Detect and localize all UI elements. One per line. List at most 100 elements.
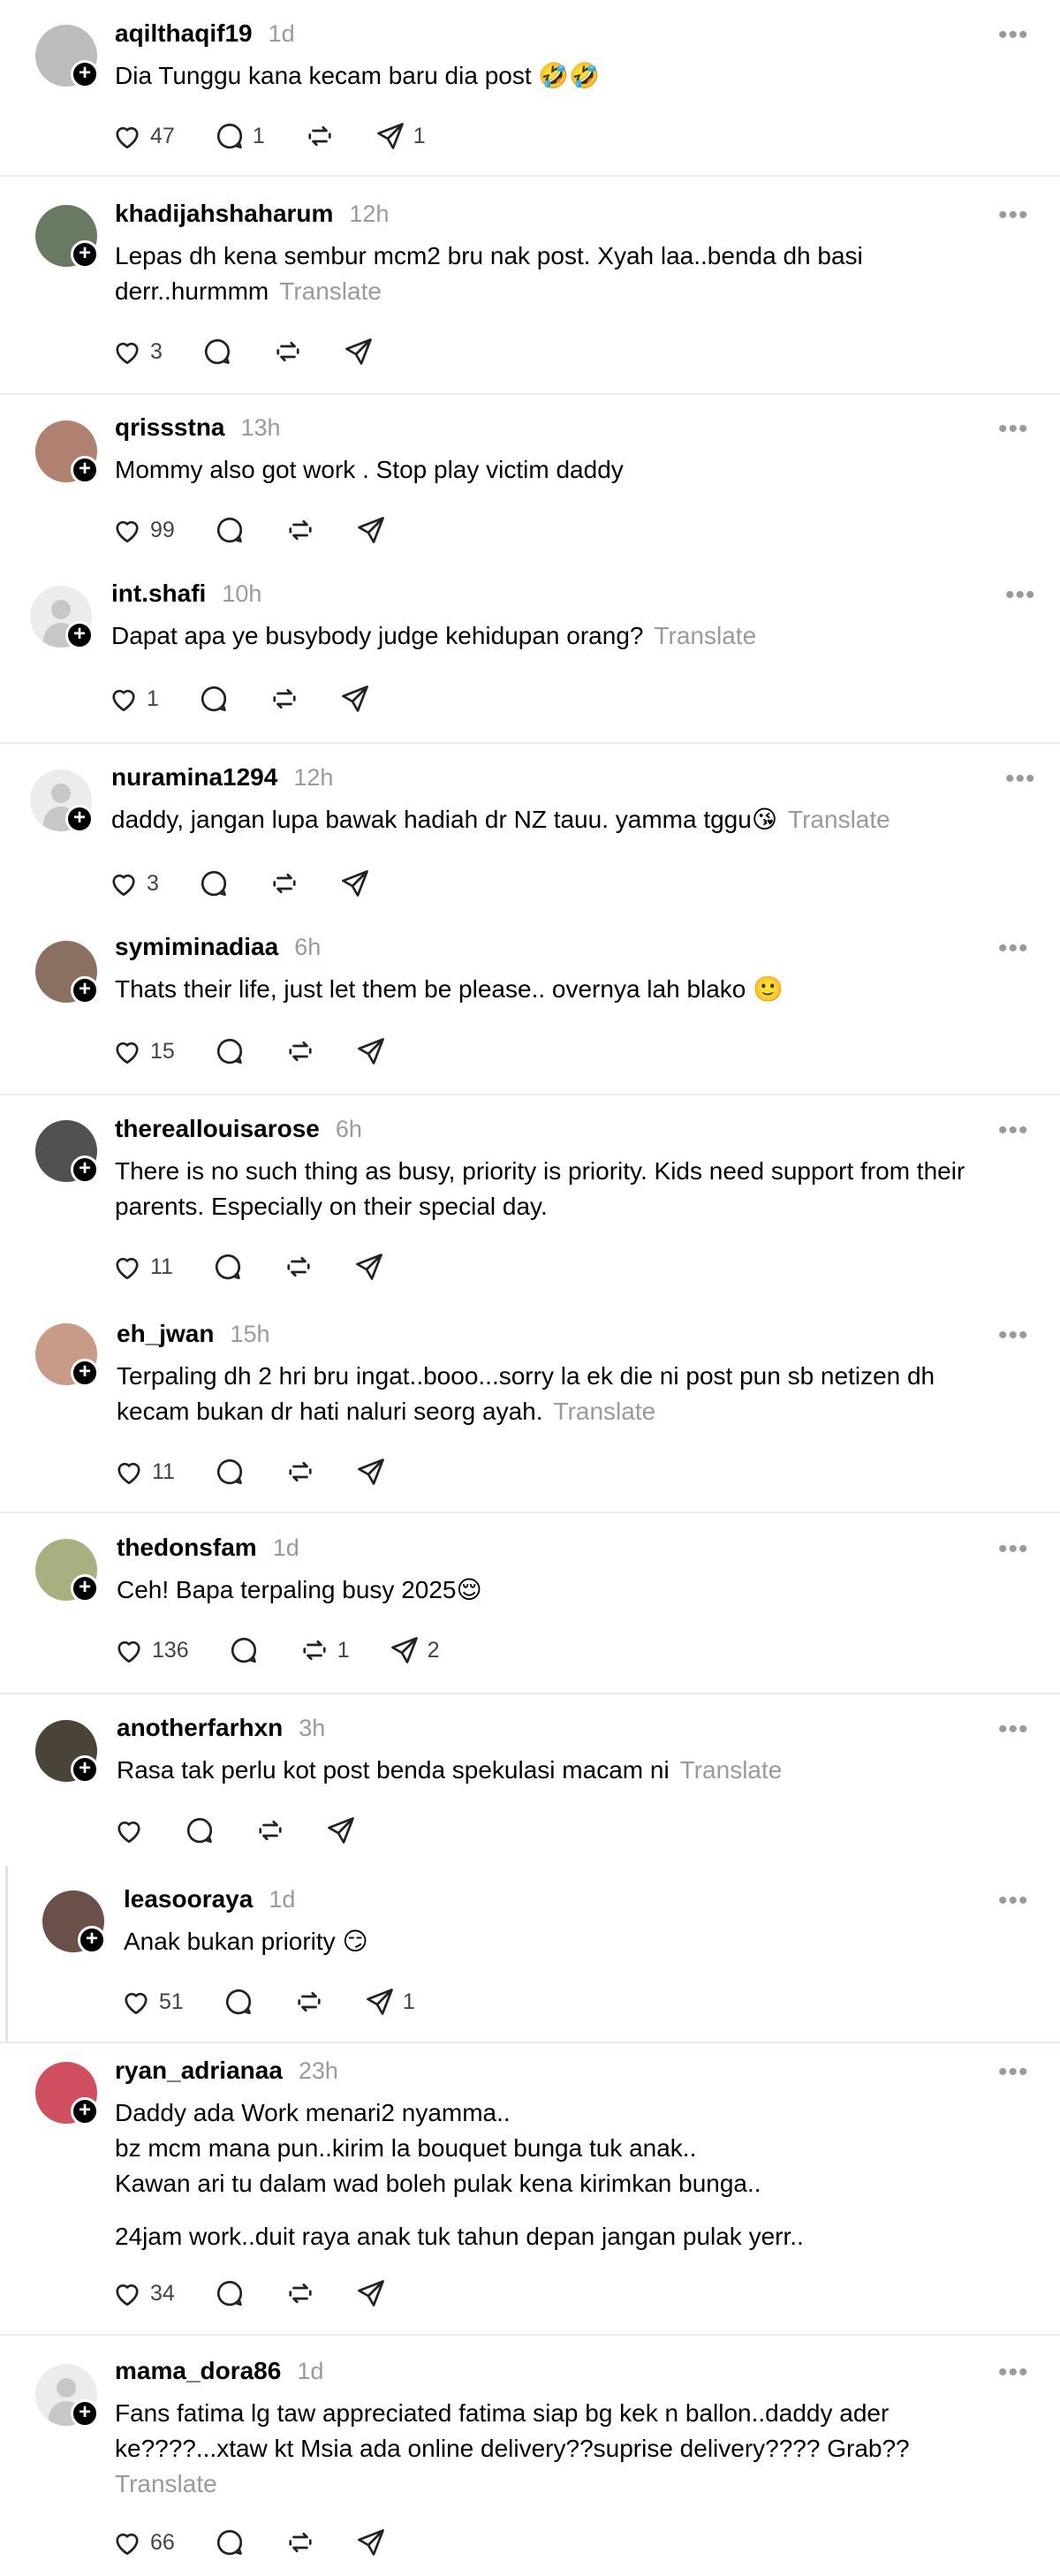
heart-icon: [112, 874, 135, 897]
share-button[interactable]: [325, 1815, 357, 1846]
repost-button[interactable]: [284, 514, 316, 546]
reply-button[interactable]: [214, 2527, 246, 2558]
share-button[interactable]: 2: [389, 1634, 440, 1666]
follow-plus-icon[interactable]: +: [71, 1155, 99, 1184]
share-button[interactable]: 1: [375, 120, 426, 152]
follow-plus-icon[interactable]: +: [71, 1574, 99, 1602]
username[interactable]: ryan_adrianaa: [115, 2057, 283, 2085]
reply-button[interactable]: 1: [214, 120, 265, 152]
like-button[interactable]: 3: [111, 336, 163, 367]
follow-plus-icon[interactable]: +: [65, 805, 94, 833]
repost-button[interactable]: [269, 683, 300, 715]
username[interactable]: aqilthaqif19: [115, 19, 253, 48]
more-options-button[interactable]: •••: [998, 1716, 1029, 1743]
repost-button[interactable]: [283, 1251, 314, 1283]
repost-button[interactable]: [284, 2527, 316, 2558]
like-button[interactable]: 11: [113, 1456, 175, 1488]
follow-plus-icon[interactable]: +: [71, 60, 99, 88]
follow-plus-icon[interactable]: +: [78, 1926, 106, 1954]
reply-button[interactable]: [214, 1035, 246, 1067]
follow-plus-icon[interactable]: +: [71, 2097, 99, 2125]
follow-plus-icon[interactable]: +: [71, 1755, 99, 1784]
share-button[interactable]: [355, 2527, 387, 2558]
like-button[interactable]: 34: [111, 2277, 175, 2309]
reply-button[interactable]: [184, 1815, 216, 1846]
repost-button[interactable]: [272, 336, 304, 367]
repost-button[interactable]: [293, 1986, 325, 2018]
more-options-button[interactable]: •••: [998, 1536, 1029, 1563]
reply-button[interactable]: [198, 683, 230, 715]
follow-plus-icon[interactable]: +: [71, 240, 99, 269]
like-button[interactable]: [113, 1815, 145, 1846]
repost-button[interactable]: [284, 1035, 316, 1067]
follow-plus-icon[interactable]: +: [71, 1359, 99, 1387]
share-button[interactable]: [343, 336, 375, 367]
reply-button[interactable]: [223, 1986, 254, 2018]
username[interactable]: thedonsfam: [117, 1534, 257, 1562]
repost-button[interactable]: [284, 2277, 316, 2309]
repost-button[interactable]: [284, 1456, 316, 1488]
more-options-button[interactable]: •••: [998, 1322, 1029, 1349]
translate-link[interactable]: Translate: [788, 806, 890, 833]
username[interactable]: eh_jwan: [117, 1320, 214, 1348]
repost-button[interactable]: 1: [299, 1634, 350, 1666]
more-options-button[interactable]: •••: [998, 2059, 1029, 2086]
divider: [0, 1512, 1060, 1513]
username[interactable]: khadijahshaharum: [115, 200, 333, 228]
repost-button[interactable]: [269, 868, 300, 899]
translate-link[interactable]: Translate: [680, 1756, 783, 1784]
username[interactable]: anotherfarhxn: [117, 1714, 283, 1742]
like-button[interactable]: 51: [120, 1986, 184, 2018]
username[interactable]: mama_dora86: [115, 2357, 281, 2385]
more-options-button[interactable]: •••: [998, 202, 1029, 229]
follow-plus-icon[interactable]: +: [71, 456, 99, 484]
reply-button[interactable]: [201, 336, 233, 367]
reply-button[interactable]: [214, 1456, 246, 1488]
more-options-button[interactable]: •••: [1005, 582, 1036, 609]
like-button[interactable]: 15: [111, 1035, 175, 1067]
like-button[interactable]: 136: [113, 1634, 189, 1666]
like-button[interactable]: 1: [108, 683, 159, 715]
repost-button[interactable]: [304, 120, 336, 152]
share-button[interactable]: 1: [364, 1986, 415, 2018]
share-button[interactable]: [355, 1456, 387, 1488]
share-button[interactable]: [339, 683, 371, 715]
reply-button[interactable]: [214, 514, 246, 546]
more-options-button[interactable]: •••: [998, 2360, 1029, 2386]
repost-icon: [298, 1991, 321, 2012]
translate-link[interactable]: Translate: [115, 2470, 217, 2497]
username[interactable]: symiminadiaa: [115, 933, 278, 961]
like-button[interactable]: 47: [111, 120, 175, 152]
username[interactable]: qrissstna: [115, 413, 225, 442]
follow-plus-icon[interactable]: +: [71, 2399, 99, 2428]
translate-link[interactable]: Translate: [554, 1398, 656, 1425]
more-options-button[interactable]: •••: [998, 1888, 1029, 1914]
reply-button[interactable]: [228, 1634, 260, 1666]
translate-link[interactable]: Translate: [654, 622, 756, 649]
like-button[interactable]: 66: [111, 2527, 175, 2558]
username[interactable]: int.shafi: [111, 580, 206, 608]
repost-button[interactable]: [254, 1815, 286, 1846]
share-button[interactable]: [355, 1035, 387, 1067]
more-options-button[interactable]: •••: [998, 936, 1029, 962]
share-button[interactable]: [339, 868, 371, 899]
reply-button[interactable]: [212, 1251, 244, 1283]
share-button[interactable]: [353, 1251, 385, 1283]
more-options-button[interactable]: •••: [998, 416, 1029, 443]
more-options-button[interactable]: •••: [998, 1118, 1029, 1144]
more-options-button[interactable]: •••: [1005, 766, 1036, 792]
username[interactable]: leasooraya: [124, 1885, 253, 1913]
username[interactable]: thereallouisarose: [115, 1115, 320, 1143]
translate-link[interactable]: Translate: [279, 277, 382, 305]
reply-button[interactable]: [214, 2277, 246, 2309]
like-button[interactable]: 11: [111, 1251, 173, 1283]
follow-plus-icon[interactable]: +: [71, 976, 99, 1004]
reply-button[interactable]: [198, 868, 230, 899]
like-button[interactable]: 3: [108, 868, 159, 899]
follow-plus-icon[interactable]: +: [65, 621, 94, 649]
share-button[interactable]: [355, 2277, 387, 2309]
username[interactable]: nuramina1294: [111, 763, 277, 792]
share-button[interactable]: [355, 514, 387, 546]
like-button[interactable]: 99: [111, 514, 175, 546]
more-options-button[interactable]: •••: [998, 22, 1029, 49]
